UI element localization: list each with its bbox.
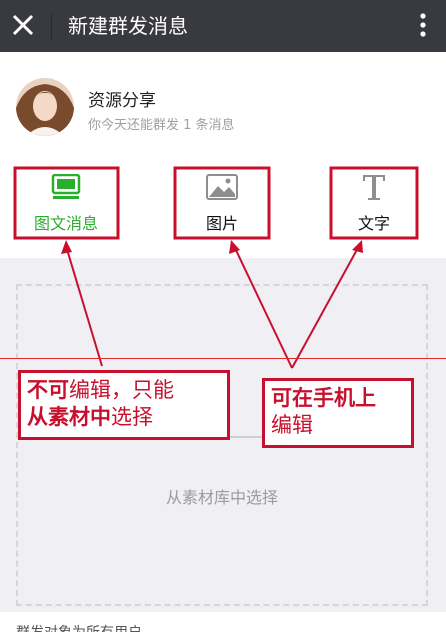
news-icon (51, 173, 81, 200)
footer: 群发对象为所有用户 (0, 612, 446, 632)
annotation-left-line1: 不可编辑，只能 (27, 377, 227, 404)
page-title: 新建群发消息 (68, 14, 188, 38)
annotation-right: 可在手机上 编辑 (262, 378, 414, 448)
message-type-tabs: 图文消息 图片 文字 (0, 158, 446, 258)
avatar (16, 78, 74, 136)
tab-image-label: 图片 (205, 214, 238, 233)
text-icon (360, 172, 388, 202)
annotation-right-line2: 编辑 (271, 413, 313, 437)
annotation-line (0, 358, 446, 359)
tab-news[interactable]: 图文消息 (14, 158, 118, 244)
title-bar: 新建群发消息 (0, 0, 446, 52)
annotation-left-line2-rest: 选择 (111, 405, 153, 429)
tab-text-label: 文字 (357, 214, 390, 233)
pick-from-library[interactable]: 从素材库中选择 (18, 484, 426, 508)
tab-news-label: 图文消息 (33, 214, 98, 233)
audience-text[interactable]: 群发对象为所有用户 (16, 622, 142, 632)
quota-text: 你今天还能群发 1 条消息 (88, 118, 235, 133)
account-name: 资源分享 (88, 91, 156, 111)
image-icon (206, 174, 238, 200)
annotation-left-line1-rest: 编辑，只能 (69, 378, 174, 402)
annotation-right-line1: 可在手机上 (271, 385, 411, 412)
annotation-right-line1-text: 可在手机上 (271, 386, 376, 410)
account-header: 资源分享 你今天还能群发 1 条消息 (0, 52, 446, 158)
annotation-left-line2-bold: 从素材中 (27, 405, 111, 429)
annotation-left-line2: 从素材中选择 (27, 404, 227, 431)
close-icon[interactable] (6, 8, 40, 42)
annotation-left-line1-bold: 不可 (27, 378, 69, 402)
tab-text[interactable]: 文字 (330, 158, 418, 244)
more-menu-icon[interactable] (408, 8, 438, 42)
tab-image[interactable]: 图片 (174, 158, 270, 244)
annotation-left: 不可编辑，只能 从素材中选择 (18, 370, 230, 440)
title-divider (51, 12, 52, 40)
